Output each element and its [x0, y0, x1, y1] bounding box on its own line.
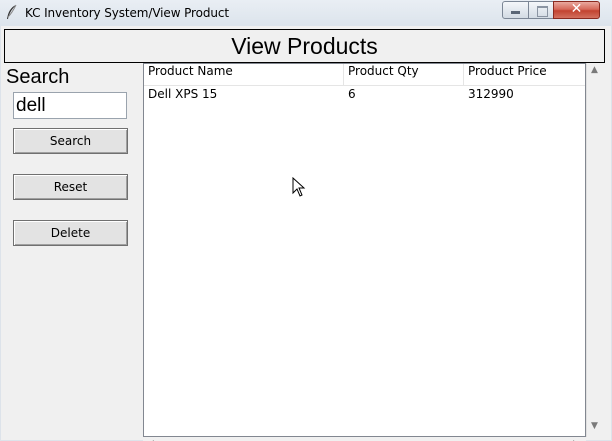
title-bar: KC Inventory System/View Product ✕ [0, 0, 612, 26]
horizontal-scrollbar[interactable]: ◀ ▶ [143, 437, 586, 441]
column-header-product-qty[interactable]: Product Qty [344, 64, 464, 86]
feather-icon [7, 4, 17, 19]
table-header-row: Product Name Product Qty Product Price [144, 64, 585, 86]
page-title: View Products [231, 33, 378, 59]
search-label: Search [6, 66, 70, 88]
delete-button[interactable]: Delete [13, 220, 128, 246]
column-header-product-name[interactable]: Product Name [144, 64, 344, 86]
cell-product-name: Dell XPS 15 [148, 87, 218, 101]
cell-product-price: 312990 [468, 87, 514, 101]
vertical-scrollbar[interactable]: ▲ ▼ [586, 63, 603, 437]
window-client-area: View Products Search Search Reset Delete… [1, 26, 611, 441]
scroll-up-icon[interactable]: ▲ [591, 65, 598, 75]
window-title: KC Inventory System/View Product [25, 6, 229, 20]
table-row[interactable]: Dell XPS 15 6 312990 [144, 87, 585, 107]
reset-button[interactable]: Reset [13, 174, 128, 200]
close-icon: ✕ [570, 1, 583, 17]
search-button[interactable]: Search [13, 128, 128, 154]
minimize-button[interactable] [502, 1, 529, 19]
close-button[interactable]: ✕ [553, 1, 600, 19]
scroll-down-icon[interactable]: ▼ [591, 421, 598, 431]
column-header-product-price[interactable]: Product Price [464, 64, 587, 86]
mouse-pointer-icon [292, 177, 306, 197]
search-input[interactable] [13, 92, 127, 119]
maximize-button[interactable] [528, 1, 554, 19]
cell-product-qty: 6 [348, 87, 356, 101]
page-header: View Products [4, 29, 605, 63]
product-table[interactable]: Product Name Product Qty Product Price D… [143, 63, 586, 437]
